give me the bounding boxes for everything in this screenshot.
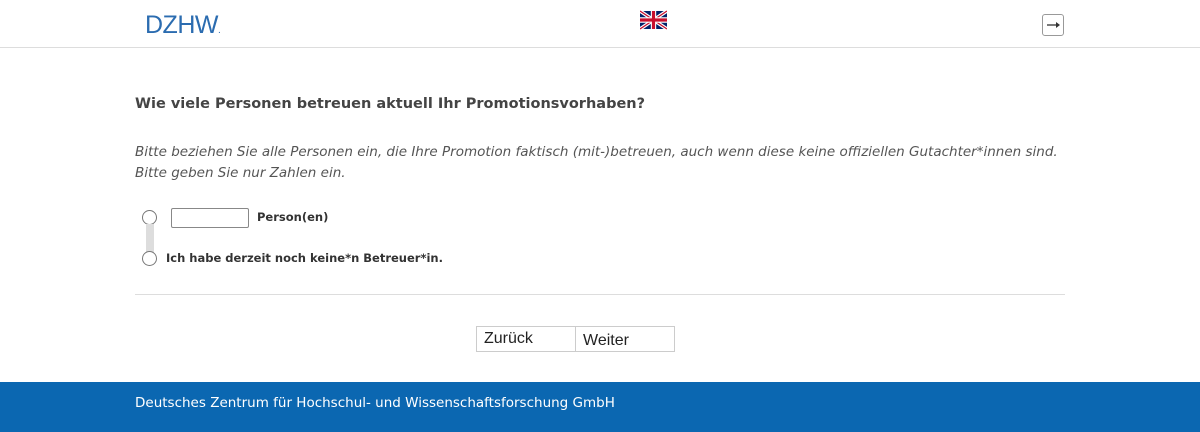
dzhw-logo: DZHW.	[145, 11, 221, 45]
persons-count-input[interactable]	[171, 208, 249, 228]
option-connector	[146, 224, 154, 254]
logo-dot: .	[217, 25, 221, 36]
instruction-line-2: Bitte geben Sie nur Zahlen ein.	[135, 165, 346, 181]
persons-radio[interactable]	[142, 210, 157, 225]
footer-bar: Deutsches Zentrum für Hochschul- und Wis…	[0, 382, 1200, 432]
section-divider	[135, 294, 1065, 295]
question-instructions: Bitte beziehen Sie alle Personen ein, di…	[135, 142, 1058, 184]
logout-button[interactable]	[1042, 14, 1064, 36]
persons-label: Person(en)	[257, 210, 329, 224]
no-supervisor-label[interactable]: Ich habe derzeit noch keine*n Betreuer*i…	[166, 251, 443, 265]
logo-text: DZHW	[145, 11, 218, 39]
header-bar: DZHW.	[0, 0, 1200, 48]
footer-text: Deutsches Zentrum für Hochschul- und Wis…	[135, 395, 615, 411]
no-supervisor-radio[interactable]	[142, 251, 157, 266]
next-button[interactable]: Weiter	[575, 326, 675, 352]
logout-icon	[1047, 22, 1060, 28]
instruction-line-1: Bitte beziehen Sie alle Personen ein, di…	[135, 144, 1058, 160]
question-title: Wie viele Personen betreuen aktuell Ihr …	[135, 96, 646, 112]
uk-flag-icon[interactable]	[640, 10, 667, 30]
back-button[interactable]: Zurück	[476, 326, 576, 352]
